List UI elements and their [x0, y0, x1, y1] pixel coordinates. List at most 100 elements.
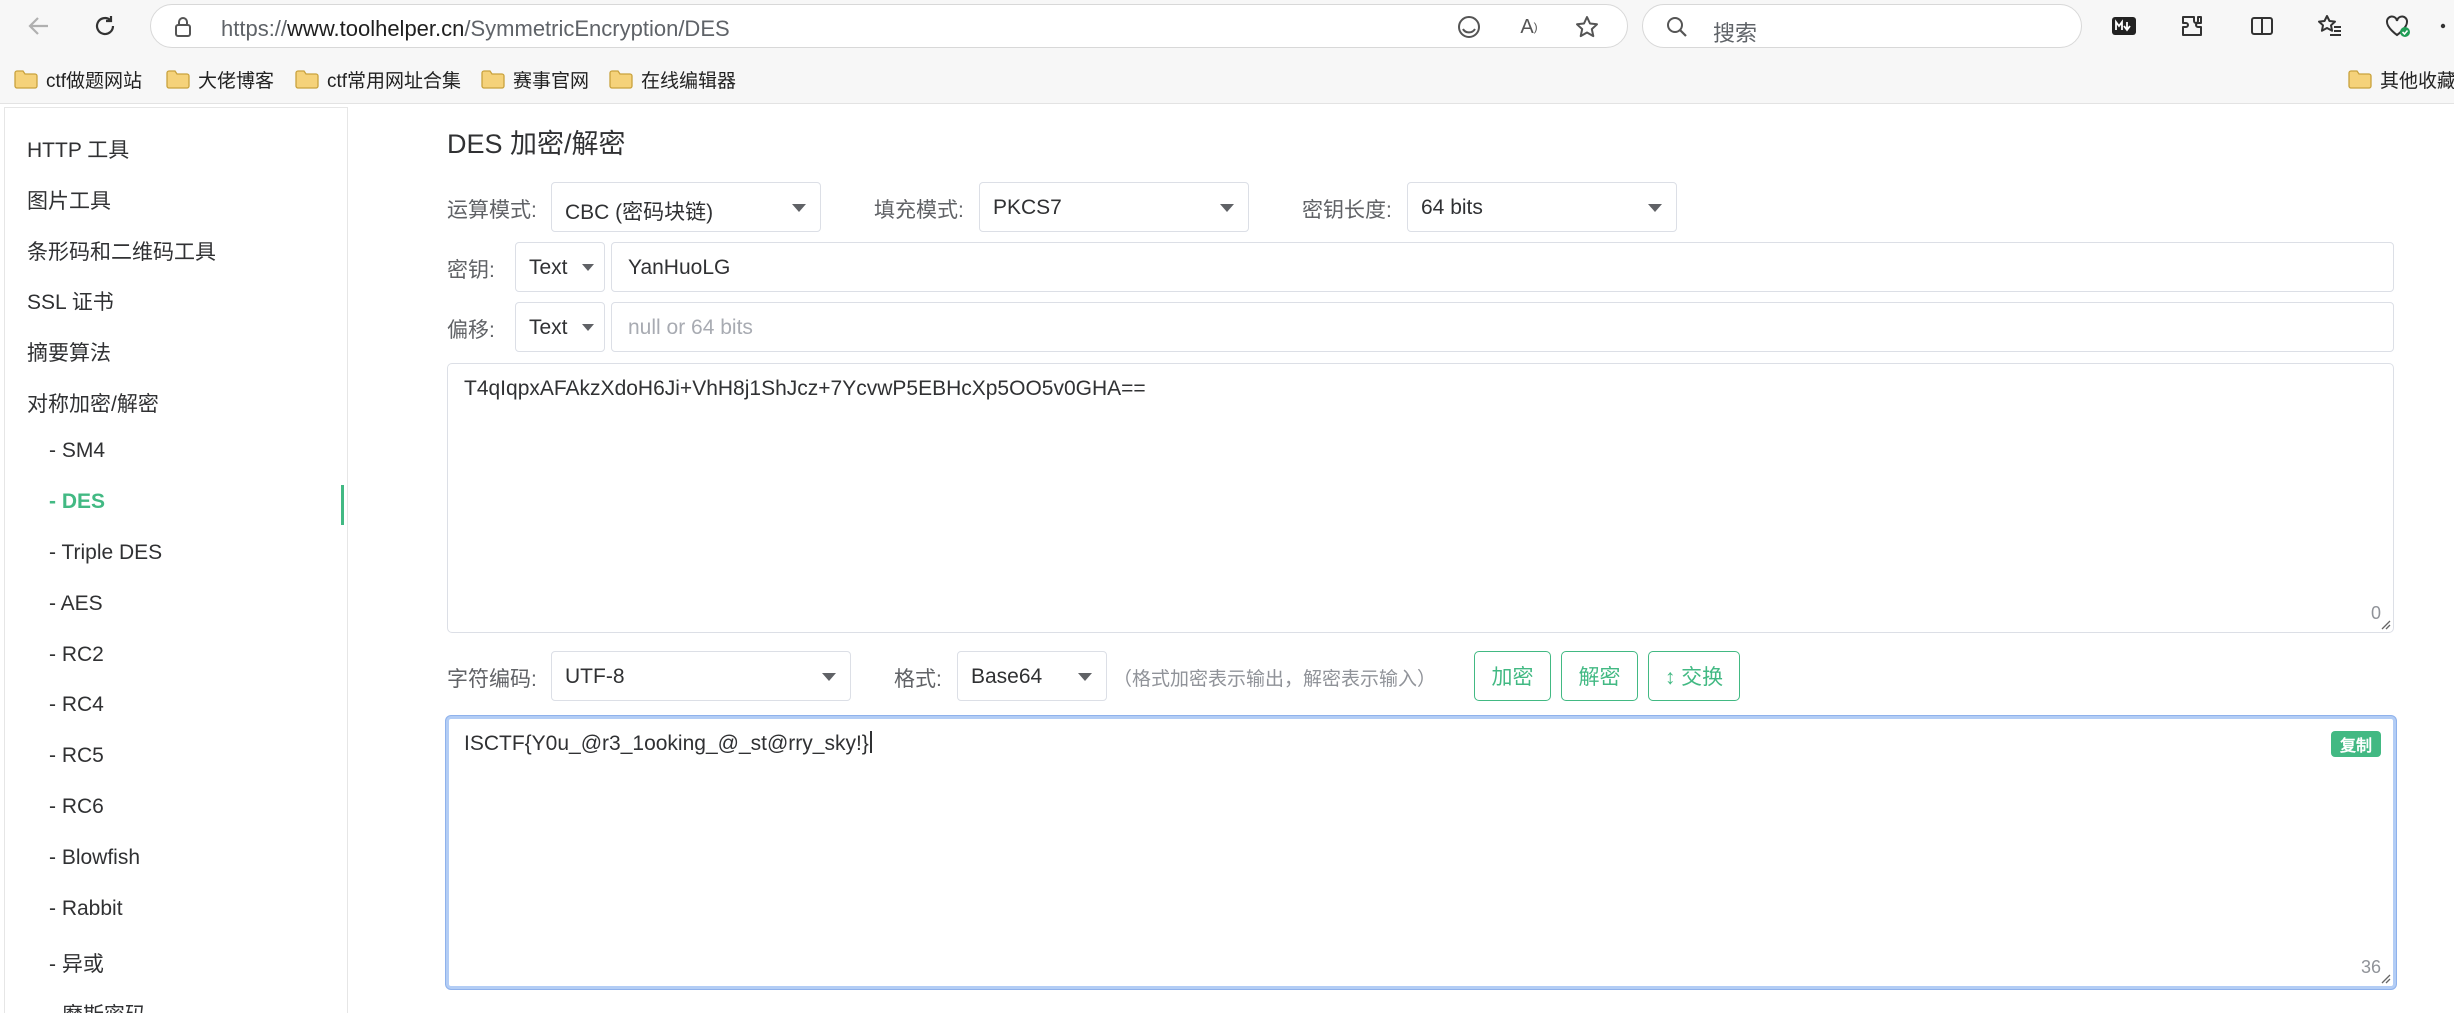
sidebar-item-rabbit[interactable]: - Rabbit [49, 897, 123, 921]
sidebar-item-morse[interactable]: - 摩斯密码 [49, 999, 146, 1013]
key-input[interactable]: YanHuoLG [611, 242, 2394, 292]
mode-select-value: CBC (密码块链) [565, 201, 714, 224]
output-text-line: ISCTF{Y0u_@r3_1ooking_@_st@rry_sky!} [464, 731, 872, 756]
sidebar-item-rc4[interactable]: - RC4 [49, 693, 104, 717]
sidebar-item-digest[interactable]: 摘要算法 [27, 337, 111, 367]
iv-type-value: Text [529, 316, 568, 339]
iv-type-select[interactable]: Text [515, 302, 605, 352]
refresh-button[interactable] [86, 7, 124, 45]
output-char-count: 36 [2360, 957, 2381, 977]
url-text: https://www.toolhelper.cn/SymmetricEncry… [221, 16, 730, 41]
browser-essentials-icon[interactable] [2382, 10, 2414, 42]
split-screen-icon[interactable] [2246, 10, 2278, 42]
charset-label: 字符编码: [447, 668, 537, 691]
text-cursor [869, 731, 872, 753]
address-bar[interactable]: https://www.toolhelper.cn/SymmetricEncry… [150, 4, 1628, 48]
sidebar-item-ssl[interactable]: SSL 证书 [27, 286, 114, 316]
charset-select-value: UTF-8 [565, 665, 625, 688]
bookmarks-bar: ctf做题网站 大佬博客 ctf常用网址合集 赛事官网 在线编辑器 其他收藏 [0, 52, 2454, 104]
folder-icon [295, 70, 319, 89]
sidebar-item-des[interactable]: - DES [49, 490, 105, 514]
bookmark-label: 赛事官网 [513, 71, 590, 92]
key-length-label: 密钥长度: [1302, 199, 1392, 222]
output-text: ISCTF{Y0u_@r3_1ooking_@_st@rry_sky!} [464, 732, 869, 755]
resize-grip-icon[interactable] [2379, 972, 2391, 984]
bookmark-folder-editors[interactable]: 在线编辑器 [609, 66, 736, 93]
active-indicator [341, 485, 344, 525]
format-hint: （格式加密表示输出，解密表示输入） [1113, 669, 1437, 690]
more-menu-icon[interactable] [2438, 10, 2454, 42]
bookmark-label: ctf做题网站 [46, 71, 143, 92]
format-select[interactable]: Base64 [957, 651, 1107, 701]
copy-button[interactable]: 复制 [2330, 731, 2381, 757]
sidebar-item-blowfish[interactable]: - Blowfish [49, 846, 140, 870]
key-input-value: YanHuoLG [628, 256, 731, 279]
bookmark-folder-other[interactable]: 其他收藏 [2348, 66, 2454, 93]
sidebar-item-barcode-tools[interactable]: 条形码和二维码工具 [27, 236, 216, 266]
encrypt-button[interactable]: 加密 [1474, 651, 1551, 701]
sidebar-item-rc6[interactable]: - RC6 [49, 795, 104, 819]
favorites-list-icon[interactable] [2314, 10, 2346, 42]
key-length-select[interactable]: 64 bits [1407, 182, 1677, 232]
folder-icon [14, 70, 38, 89]
sidebar-item-http-tools[interactable]: HTTP 工具 [27, 134, 129, 164]
folder-icon [2348, 70, 2372, 89]
sidebar-item-triple-des[interactable]: - Triple DES [49, 541, 162, 565]
page-title: DES 加密/解密 [447, 129, 626, 159]
search-icon [1665, 15, 1689, 44]
refresh-icon [95, 16, 115, 36]
bookmark-folder-ctf-sites[interactable]: ctf做题网站 [14, 66, 142, 93]
key-length-select-value: 64 bits [1421, 196, 1483, 219]
sidebar-item-xor[interactable]: - 异或 [49, 948, 104, 978]
lock-icon [173, 16, 193, 43]
bookmark-label: 大佬博客 [198, 71, 275, 92]
input-text: T4qIqpxAFAkzXdoH6Ji+VhH8j1ShJcz+7YcvwP5E… [464, 377, 1146, 400]
browser-toolbar: https://www.toolhelper.cn/SymmetricEncry… [0, 0, 2454, 52]
markdown-extension-icon[interactable] [2108, 10, 2140, 42]
chevron-down-icon [582, 324, 594, 331]
chevron-down-icon [1220, 204, 1234, 212]
sidebar-item-rc5[interactable]: - RC5 [49, 744, 104, 768]
key-type-value: Text [529, 256, 568, 279]
decrypt-button[interactable]: 解密 [1561, 651, 1638, 701]
format-label: 格式: [894, 668, 942, 691]
key-label: 密钥: [447, 259, 495, 282]
iv-input[interactable]: null or 64 bits [611, 302, 2394, 352]
back-button[interactable] [20, 7, 58, 45]
chevron-down-icon [792, 204, 806, 212]
bookmark-label: 在线编辑器 [641, 71, 737, 92]
sidebar-item-image-tools[interactable]: 图片工具 [27, 185, 111, 215]
bookmark-folder-blogs[interactable]: 大佬博客 [166, 66, 274, 93]
sidebar-item-aes[interactable]: - AES [49, 592, 103, 616]
padding-label: 填充模式: [874, 199, 964, 222]
padding-select-value: PKCS7 [993, 196, 1062, 219]
charset-select[interactable]: UTF-8 [551, 651, 851, 701]
key-type-select[interactable]: Text [515, 242, 605, 292]
tool-sidebar: HTTP 工具 图片工具 条形码和二维码工具 SSL 证书 摘要算法 对称加密/… [4, 107, 348, 1013]
folder-icon [166, 70, 190, 89]
format-select-value: Base64 [971, 665, 1043, 688]
edge-app-icon[interactable] [1455, 15, 1483, 39]
read-aloud-icon[interactable]: A) [1515, 15, 1543, 39]
folder-icon [481, 70, 505, 89]
chevron-down-icon [582, 264, 594, 271]
iv-label: 偏移: [447, 319, 495, 342]
extensions-icon[interactable] [2176, 10, 2208, 42]
sidebar-item-rc2[interactable]: - RC2 [49, 643, 104, 667]
bookmark-label: ctf常用网址合集 [327, 71, 462, 92]
input-textarea[interactable]: T4qIqpxAFAkzXdoH6Ji+VhH8j1ShJcz+7YcvwP5E… [447, 363, 2394, 633]
sidebar-item-sm4[interactable]: - SM4 [49, 439, 105, 463]
padding-select[interactable]: PKCS7 [979, 182, 1249, 232]
chevron-down-icon [822, 673, 836, 681]
browser-search-box[interactable]: 搜索 [1642, 4, 2082, 48]
resize-grip-icon[interactable] [2379, 618, 2391, 630]
bookmark-folder-competitions[interactable]: 赛事官网 [481, 66, 589, 93]
output-textarea[interactable]: ISCTF{Y0u_@r3_1ooking_@_st@rry_sky!} 复制 … [446, 716, 2396, 989]
sidebar-item-symmetric[interactable]: 对称加密/解密 [27, 388, 159, 418]
mode-select[interactable]: CBC (密码块链) [551, 182, 821, 232]
bookmark-label: 其他收藏 [2380, 71, 2454, 92]
swap-button[interactable]: ↕ 交换 [1648, 651, 1740, 701]
bookmark-folder-ctf-links[interactable]: ctf常用网址合集 [295, 66, 461, 93]
chevron-down-icon [1648, 204, 1662, 212]
favorite-star-icon[interactable] [1573, 15, 1601, 39]
